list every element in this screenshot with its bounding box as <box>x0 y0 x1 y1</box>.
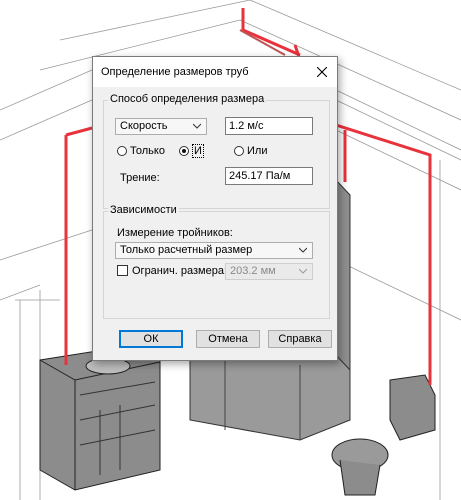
tee-sizing-select[interactable]: Только расчетный размер <box>115 242 313 259</box>
friction-label: Трение: <box>120 172 160 184</box>
radio-or-circle <box>234 146 244 156</box>
chevron-down-icon <box>299 247 307 253</box>
dialog-titlebar: Определение размеров труб <box>93 57 337 87</box>
sizing-method-value: Скорость <box>120 120 168 132</box>
radio-only-circle <box>117 146 127 156</box>
cancel-button[interactable]: Отмена <box>196 330 260 348</box>
radio-and-circle <box>179 146 189 156</box>
tee-sizing-label: Измерение тройников: <box>117 227 233 239</box>
friction-value: 245.17 Па/м <box>229 170 291 182</box>
tee-sizing-value: Только расчетный размер <box>120 244 253 256</box>
sizing-method-select[interactable]: Скорость <box>115 118 207 135</box>
friction-input[interactable]: 245.17 Па/м <box>225 167 313 185</box>
radio-only[interactable]: Только <box>117 144 165 158</box>
constraints-group-label: Зависимости <box>108 204 179 216</box>
chevron-down-icon <box>193 123 201 129</box>
radio-and[interactable]: И <box>179 144 204 158</box>
vanity-fixture <box>39 344 161 491</box>
max-size-value: 203.2 мм <box>230 265 276 277</box>
restrict-size-label: Огранич. размера: <box>132 265 227 277</box>
pipe-sizing-dialog: Определение размеров труб Способ определ… <box>92 56 338 361</box>
max-size-select[interactable]: 203.2 мм <box>225 263 313 280</box>
close-button[interactable] <box>307 57 337 87</box>
restrict-size-checkbox[interactable] <box>117 265 128 276</box>
radio-only-label: Только <box>130 145 165 157</box>
sizing-method-group-label: Способ определения размера <box>108 93 267 105</box>
velocity-input[interactable]: 1.2 м/с <box>225 117 313 135</box>
pipe-selected <box>239 29 286 56</box>
radio-or-label: Или <box>247 145 268 157</box>
help-button[interactable]: Справка <box>268 330 332 348</box>
close-icon <box>317 67 327 77</box>
velocity-value: 1.2 м/с <box>229 120 264 132</box>
radio-or[interactable]: Или <box>234 144 267 158</box>
radio-and-label: И <box>192 144 204 158</box>
dialog-title: Определение размеров труб <box>101 66 249 78</box>
ok-button[interactable]: ОК <box>119 330 183 348</box>
chevron-down-icon <box>299 268 307 274</box>
